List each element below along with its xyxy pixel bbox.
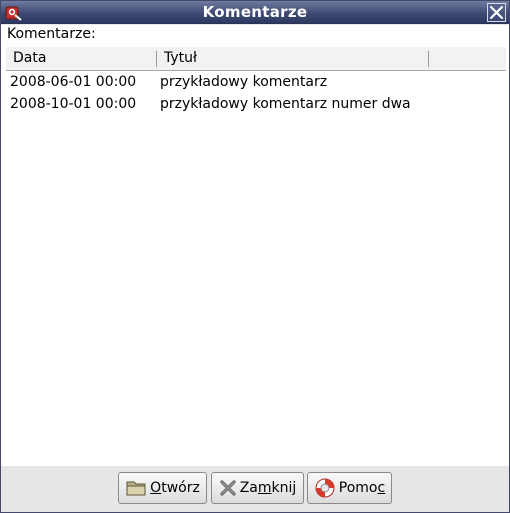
list-row[interactable]: 2008-06-01 00:00 przykładowy komentarz xyxy=(6,72,506,94)
row-title: przykładowy komentarz numer dwa xyxy=(160,96,411,112)
column-separator[interactable] xyxy=(428,51,429,67)
list-header: Data Tytuł xyxy=(6,47,506,71)
title-bar[interactable]: Komentarze xyxy=(1,1,509,24)
close-x-icon xyxy=(220,480,236,496)
dialog-window: Komentarze Komentarze: Data Tytuł 2008-0… xyxy=(0,0,510,513)
column-separator[interactable] xyxy=(156,51,157,67)
button-bar: Otwórz Zamknij Pomoc xyxy=(1,466,509,512)
folder-icon xyxy=(126,481,146,496)
close-icon xyxy=(489,5,504,20)
dialog-content: Komentarze: Data Tytuł 2008-06-01 00:00 … xyxy=(1,25,509,512)
comments-list[interactable]: 2008-06-01 00:00 przykładowy komentarz 2… xyxy=(6,72,506,465)
window-close-button[interactable] xyxy=(487,3,506,22)
row-title: przykładowy komentarz xyxy=(160,74,328,90)
help-button-label: Pomoc xyxy=(338,480,386,496)
help-button[interactable]: Pomoc xyxy=(307,472,392,504)
window-title: Komentarze xyxy=(202,3,308,21)
row-date: 2008-10-01 00:00 xyxy=(10,96,137,112)
close-button-label: Zamknij xyxy=(239,480,297,496)
comments-label: Komentarze: xyxy=(7,26,96,42)
column-header-title[interactable]: Tytuł xyxy=(164,50,424,68)
close-button[interactable]: Zamknij xyxy=(211,472,304,504)
open-button-label: Otwórz xyxy=(150,480,200,496)
row-date: 2008-06-01 00:00 xyxy=(10,74,137,90)
list-row[interactable]: 2008-10-01 00:00 przykładowy komentarz n… xyxy=(6,94,506,116)
column-header-date[interactable]: Data xyxy=(13,50,153,68)
open-button[interactable]: Otwórz xyxy=(118,472,207,504)
lifebuoy-icon xyxy=(315,478,335,498)
